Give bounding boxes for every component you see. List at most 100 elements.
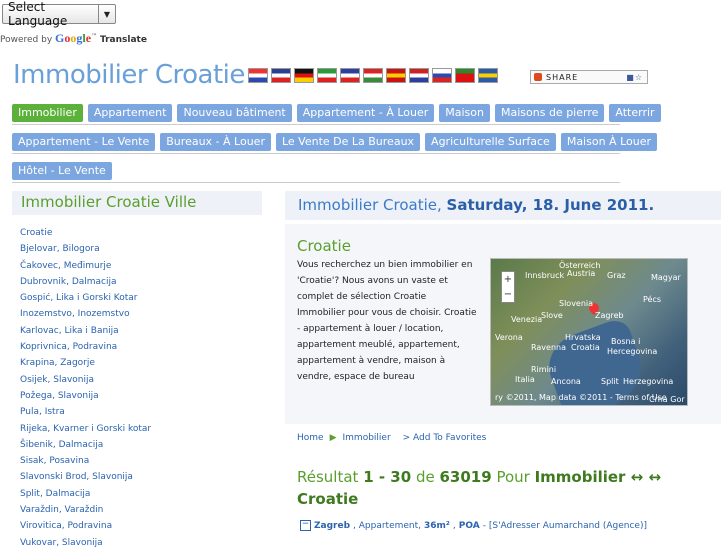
nav-tab[interactable]: Nouveau bâtiment bbox=[177, 104, 292, 122]
nav-tab[interactable]: Maison À Louer bbox=[560, 133, 657, 151]
map-label: Herzegovina bbox=[623, 377, 674, 386]
city-link[interactable]: Inozemstvo, Inozemstvo bbox=[20, 308, 151, 324]
city-link[interactable]: Šibenik, Dalmacija bbox=[20, 439, 151, 455]
location-map[interactable]: + − Österreich Austria Innsbruck Graz Magyar P… bbox=[490, 258, 688, 406]
breadcrumb-arrow-icon: ▶ bbox=[329, 433, 337, 443]
nav-tab[interactable]: Maisons de pierre bbox=[495, 104, 605, 122]
flag-fr-icon[interactable] bbox=[340, 68, 360, 83]
flag-hr-icon[interactable] bbox=[248, 68, 268, 83]
listing-price: POA bbox=[458, 520, 480, 531]
category-nav-row-1: Immobilier Appartement Nouveau bâtiment App… bbox=[12, 104, 661, 125]
map-label: Zagreb bbox=[595, 311, 624, 320]
flag-pt-icon[interactable] bbox=[455, 68, 475, 83]
city-link[interactable]: Varaždin, Varaždin bbox=[20, 504, 151, 520]
language-select-label: Select Language bbox=[8, 0, 68, 28]
map-label: Ravenna bbox=[531, 343, 566, 352]
flag-es-icon[interactable] bbox=[386, 68, 406, 83]
map-label: Graz bbox=[607, 271, 626, 280]
map-label: Verona bbox=[495, 333, 523, 342]
flag-de-icon[interactable] bbox=[294, 68, 314, 83]
map-label: Hercegovina bbox=[607, 347, 658, 356]
map-label: Split bbox=[601, 377, 619, 386]
google-logo: Google bbox=[55, 31, 92, 45]
city-link[interactable]: Slavonski Brod, Slavonija bbox=[20, 471, 151, 487]
nav-tab[interactable]: Appartement bbox=[87, 104, 173, 122]
map-label: Slovenia bbox=[559, 299, 594, 308]
map-label: Italia bbox=[515, 375, 535, 384]
city-list: Croatie Bjelovar, Bilogora Čakovec, Međimu… bbox=[20, 227, 151, 553]
breadcrumb-current[interactable]: Immobilier bbox=[343, 433, 391, 443]
flag-se-icon[interactable] bbox=[478, 68, 498, 83]
city-link[interactable]: Gospić, Lika i Gorski Kotar bbox=[20, 292, 151, 308]
language-flags bbox=[248, 68, 498, 83]
city-link[interactable]: Krapina, Zagorje bbox=[20, 357, 151, 373]
map-copyright: ry ©2011, Map data ©2011 - Terms of Use bbox=[495, 393, 667, 402]
flag-nl-icon[interactable] bbox=[409, 68, 429, 83]
map-zoom-control[interactable]: + − bbox=[501, 271, 515, 303]
map-label: Bosna i bbox=[611, 337, 641, 346]
city-link[interactable]: Karlovac, Lika i Banija bbox=[20, 325, 151, 341]
map-label: Innsbruck bbox=[525, 271, 565, 280]
page-heading: Immobilier Croatie, Saturday, 18. June 2… bbox=[285, 191, 721, 220]
nav-tab[interactable]: Immobilier bbox=[12, 104, 83, 122]
city-link[interactable]: Virovitica, Podravina bbox=[20, 520, 151, 536]
share-more-icon: ■☆ bbox=[626, 72, 643, 82]
result-total: 63019 bbox=[439, 468, 492, 486]
nav-tab[interactable]: Bureaux - À Louer bbox=[160, 133, 271, 151]
zoom-in-icon[interactable]: + bbox=[502, 272, 514, 287]
translate-link[interactable]: Translate bbox=[100, 35, 147, 45]
result-summary: Résultat 1 - 30 de 63019 Pour Immobilier… bbox=[297, 468, 662, 508]
map-label: Pécs bbox=[643, 295, 662, 304]
city-link[interactable]: Split, Dalmacija bbox=[20, 488, 151, 504]
result-range: 1 - 30 bbox=[363, 468, 412, 486]
breadcrumb: Home ▶ Immobilier > Add To Favorites bbox=[297, 433, 486, 443]
zoom-out-icon[interactable]: − bbox=[502, 287, 514, 302]
city-link[interactable]: Čakovec, Međimurje bbox=[20, 260, 151, 276]
nav-tab[interactable]: Agriculturelle Surface bbox=[425, 133, 556, 151]
flag-si-icon[interactable] bbox=[432, 68, 452, 83]
map-label: Magyar bbox=[651, 273, 681, 282]
map-label: Ancona bbox=[551, 377, 581, 386]
city-link[interactable]: Pula, Istra bbox=[20, 406, 151, 422]
powered-by-translate: Powered by Google™ Translate bbox=[0, 31, 147, 45]
site-title[interactable]: Immobilier Croatie bbox=[13, 60, 245, 90]
listing-agency[interactable]: - [S'Adresser Aumarchand (Agence)] bbox=[483, 521, 647, 531]
nav-tab[interactable]: Atterrir bbox=[609, 104, 661, 122]
city-link[interactable]: Rijeka, Kvarner i Gorski kotar bbox=[20, 423, 151, 439]
map-label: Austria bbox=[567, 269, 596, 278]
flag-gb-icon[interactable] bbox=[271, 68, 291, 83]
city-link[interactable]: Sisak, Posavina bbox=[20, 455, 151, 471]
share-button[interactable]: SHARE ■☆ bbox=[530, 70, 648, 84]
nav-tab[interactable]: Appartement - Le Vente bbox=[12, 133, 156, 151]
map-label: Croatia bbox=[571, 343, 600, 352]
category-nav-row-3: Hôtel - Le Vente bbox=[12, 162, 620, 183]
language-select[interactable]: Select Language ▼ bbox=[2, 0, 116, 28]
listing-area: 36m² bbox=[424, 520, 450, 531]
sidebar-heading: Immobilier Croatie Ville bbox=[12, 191, 262, 215]
city-link[interactable]: Osijek, Slavonija bbox=[20, 374, 151, 390]
map-label: Venezia bbox=[511, 315, 543, 324]
nav-tab[interactable]: Hôtel - Le Vente bbox=[12, 162, 112, 180]
section-title: Croatie bbox=[297, 237, 351, 255]
breadcrumb-home[interactable]: Home bbox=[297, 433, 324, 443]
listing-city[interactable]: Zagreb bbox=[314, 521, 350, 531]
map-label: Rimini bbox=[531, 365, 557, 374]
city-link[interactable]: Croatie bbox=[20, 227, 151, 243]
listing-item[interactable]: − Zagreb, Appartement, 36m², POA - [S'Ad… bbox=[300, 520, 647, 531]
city-link[interactable]: Bjelovar, Bilogora bbox=[20, 243, 151, 259]
nav-tab[interactable]: Le Vente De La Bureaux bbox=[275, 133, 421, 151]
flag-it-icon[interactable] bbox=[317, 68, 337, 83]
flag-hu-icon[interactable] bbox=[363, 68, 383, 83]
nav-tab[interactable]: Appartement - À Louer bbox=[296, 104, 435, 122]
collapse-icon[interactable]: − bbox=[300, 520, 311, 531]
description: Vous recherchez un bien immobilier en 'C… bbox=[297, 260, 477, 382]
city-link[interactable]: Požega, Slavonija bbox=[20, 390, 151, 406]
share-label: SHARE bbox=[546, 72, 579, 82]
nav-tab[interactable]: Maison bbox=[439, 104, 490, 122]
add-to-favorites-link[interactable]: > Add To Favorites bbox=[403, 433, 487, 443]
category-nav-row-2: Appartement - Le Vente Bureaux - À Louer L… bbox=[12, 133, 657, 154]
chevron-down-icon[interactable]: ▼ bbox=[98, 5, 115, 23]
map-label: Slove bbox=[541, 311, 563, 320]
city-link[interactable]: Koprivnica, Podravina bbox=[20, 341, 151, 357]
city-link[interactable]: Dubrovnik, Dalmacija bbox=[20, 276, 151, 292]
